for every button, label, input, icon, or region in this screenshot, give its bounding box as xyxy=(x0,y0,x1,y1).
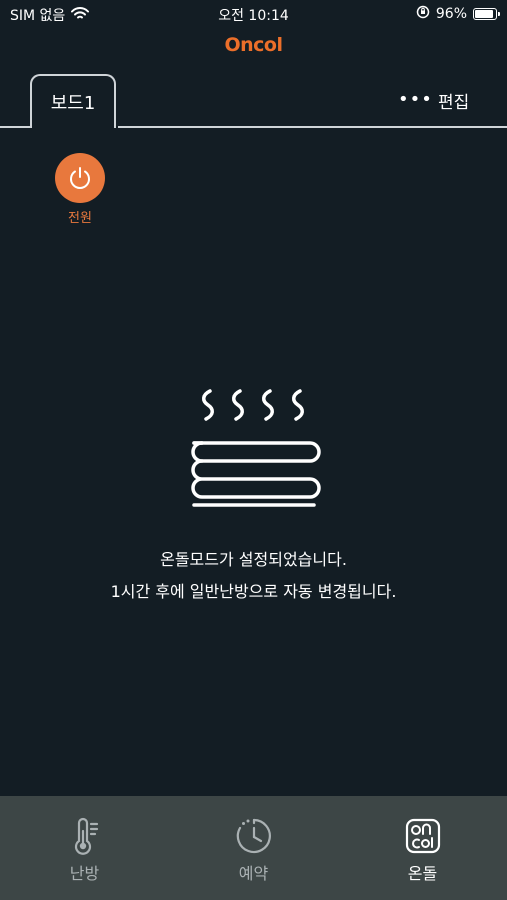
clock-icon xyxy=(234,816,274,856)
message-line-2: 1시간 후에 일반난방으로 자동 변경됩니다. xyxy=(110,582,397,601)
tab-divider-right xyxy=(118,126,507,128)
status-bar: SIM 없음 오전 10:14 96% xyxy=(0,0,507,28)
battery-fill xyxy=(475,10,493,18)
ondol-heat-icon xyxy=(191,389,321,507)
battery-icon xyxy=(473,8,500,20)
tab-divider-left xyxy=(0,126,32,128)
power-icon xyxy=(70,167,90,189)
nav-ondol[interactable]: 온돌 xyxy=(338,796,507,900)
status-right: 96% xyxy=(416,5,500,23)
app-screen: SIM 없음 오전 10:14 96% Oncol 보드1 ••• 편집 전원 … xyxy=(0,0,507,900)
nav-heating[interactable]: 난방 xyxy=(0,796,169,900)
nav-ondol-label: 온돌 xyxy=(407,864,438,883)
nav-schedule[interactable]: 예약 xyxy=(169,796,338,900)
board-tabs: 보드1 ••• 편집 xyxy=(0,72,507,128)
bottom-navigation: 난방 예약 온돌 xyxy=(0,796,507,900)
battery-percent: 96% xyxy=(435,6,467,22)
power-control: 전원 xyxy=(55,153,105,226)
power-label: 전원 xyxy=(68,211,92,226)
ondol-status-message: 온돌모드가 설정되었습니다. 1시간 후에 일반난방으로 자동 변경됩니다. xyxy=(0,544,507,608)
orientation-lock-icon xyxy=(416,5,430,23)
tab-board-1-label: 보드1 xyxy=(50,93,96,114)
tab-board-1[interactable]: 보드1 xyxy=(30,74,116,128)
message-line-1: 온돌모드가 설정되었습니다. xyxy=(160,550,347,569)
thermometer-icon xyxy=(65,816,105,856)
oncol-logo: Oncol xyxy=(224,34,283,56)
power-button[interactable] xyxy=(55,153,105,203)
edit-button[interactable]: 편집 xyxy=(438,88,469,113)
more-button[interactable]: ••• xyxy=(398,90,433,110)
nav-heating-label: 난방 xyxy=(69,864,100,883)
ondol-icon xyxy=(403,816,443,856)
nav-schedule-label: 예약 xyxy=(238,864,269,883)
